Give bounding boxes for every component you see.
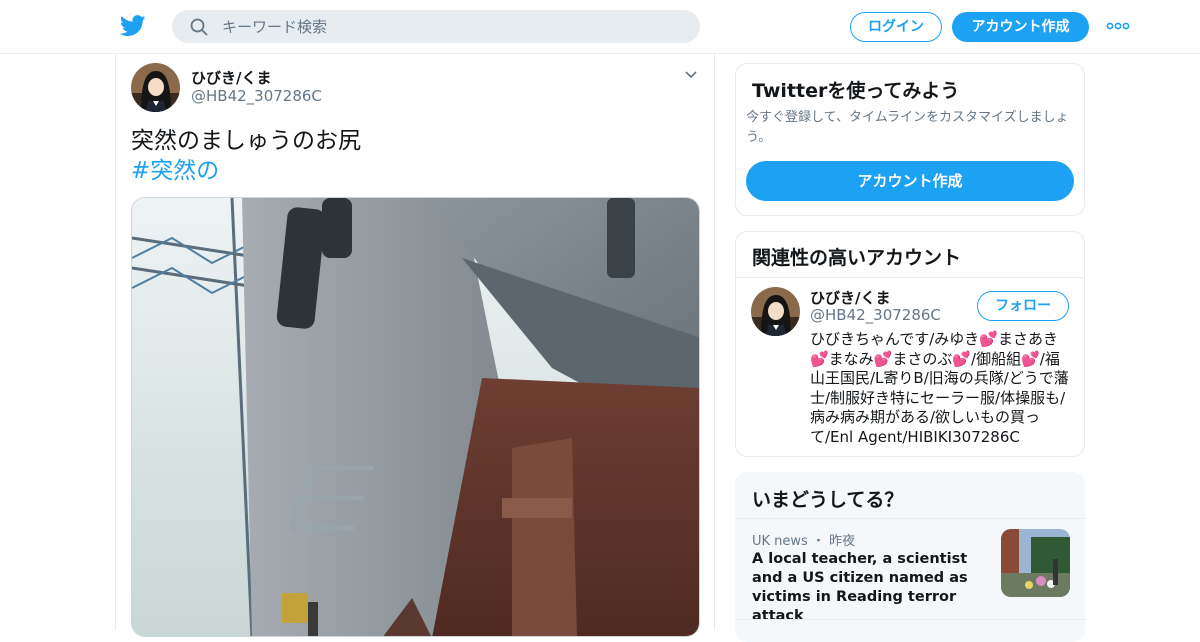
signup-card-title: Twitterを使ってみよう — [752, 80, 960, 102]
create-account-button[interactable]: アカウント作成 — [746, 161, 1074, 201]
related-accounts-title: 関連性の高いアカウント — [752, 247, 962, 269]
tweet-hashtag-link[interactable]: #突然の — [131, 156, 219, 186]
trend-thumbnail[interactable] — [1001, 529, 1070, 597]
related-account-bio: ひびきちゃんです/みゆき💕まさあき💕まなみ💕まさのぶ💕/御船組💕/福山王国民/L… — [810, 330, 1069, 446]
signup-card-subtitle: 今すぐ登録して、タイムラインをカスタマイズしましょう。 — [746, 110, 1069, 145]
search-icon — [190, 18, 208, 36]
avatar[interactable] — [131, 63, 180, 112]
search-input[interactable] — [222, 10, 682, 43]
trend-time: 昨夜 — [829, 534, 856, 549]
related-account-name[interactable]: ひびき/くま — [810, 287, 890, 308]
trend-category: UK news — [752, 534, 808, 549]
trends-title: いまどうしてる？ — [752, 489, 904, 511]
tweet-panel: ひびき/くま @HB42_307286C 突然のましゅうのお尻 #突然の — [115, 54, 715, 637]
tweet-handle[interactable]: @HB42_307286C — [191, 87, 322, 105]
signup-card: Twitterを使ってみよう 今すぐ登録して、タイムラインをカスタマイズしましょ… — [735, 63, 1085, 216]
twitter-logo-icon[interactable] — [120, 14, 146, 38]
tweet-display-name[interactable]: ひびき/くま — [191, 67, 271, 88]
trend-headline[interactable]: A local teacher, a scientist and a US ci… — [752, 550, 984, 626]
divider — [736, 619, 1086, 620]
search-box[interactable] — [172, 10, 700, 43]
divider — [736, 277, 1084, 278]
trends-card: いまどうしてる？ UK news ・ 昨夜 A local teacher, a… — [735, 472, 1086, 642]
trend-meta: UK news ・ 昨夜 — [752, 530, 855, 549]
tweet-text: 突然のましゅうのお尻 — [131, 128, 361, 154]
chevron-down-icon[interactable] — [684, 70, 698, 80]
related-accounts-card: 関連性の高いアカウント ひびき/くま @HB42_307286C フォロー ひび… — [735, 231, 1085, 457]
follow-button[interactable]: フォロー — [977, 291, 1069, 321]
tweet-photo[interactable] — [131, 197, 700, 637]
more-dots-icon[interactable] — [1106, 18, 1130, 34]
avatar[interactable] — [751, 287, 800, 336]
top-nav-bar: ログイン アカウント作成 — [0, 0, 1200, 54]
login-button[interactable]: ログイン — [850, 12, 942, 42]
divider — [736, 518, 1086, 519]
separator-dot: ・ — [811, 534, 825, 549]
signup-button[interactable]: アカウント作成 — [952, 12, 1089, 42]
related-account-handle[interactable]: @HB42_307286C — [810, 306, 941, 324]
